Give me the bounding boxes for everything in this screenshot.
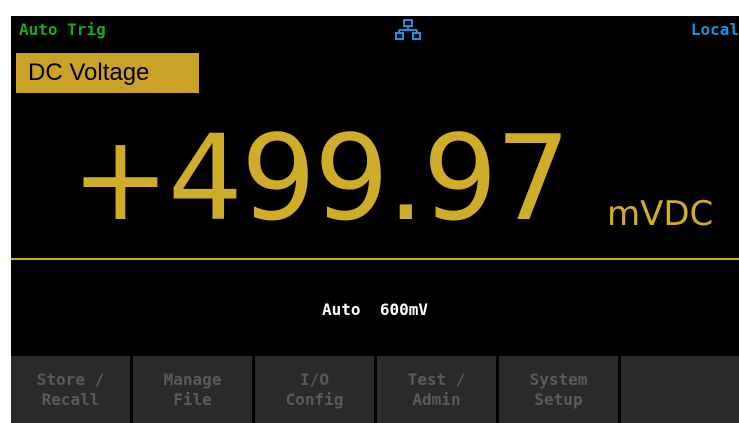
softkey-label: File [173,389,212,409]
softkey-label: Setup [534,389,583,409]
softkey-label: Recall [41,389,100,409]
network-icon [395,19,421,40]
softkey-manage-file[interactable]: Manage File [133,356,252,423]
divider [11,258,739,260]
softkey-test-admin[interactable]: Test / Admin [377,356,496,423]
softkey-blank[interactable] [621,356,739,423]
softkey-label: Store / [36,369,105,389]
softkey-label: Config [285,389,344,409]
softkey-label: System [529,369,588,389]
measurement-unit: mVDC [607,194,714,234]
status-bar: Auto Trig Local [11,16,739,44]
softkey-store-recall[interactable]: Store / Recall [11,356,130,423]
meter-display: Auto Trig Local DC Voltage +499.97 mVDC … [11,16,739,423]
softkey-bar: Store / Recall Manage File I/O Config Te… [11,356,739,423]
range-label: Auto 600mV [322,300,428,319]
softkey-label: Admin [412,389,461,409]
remote-status: Local [690,20,739,39]
softkey-label: Manage [163,369,222,389]
softkey-io-config[interactable]: I/O Config [255,356,374,423]
trigger-status: Auto Trig [19,20,106,39]
softkey-label: Test / [407,369,466,389]
function-label: DC Voltage [16,53,199,93]
softkey-label: I/O [300,369,329,389]
measurement-reading: +499.97 [71,109,571,247]
softkey-system-setup[interactable]: System Setup [499,356,618,423]
